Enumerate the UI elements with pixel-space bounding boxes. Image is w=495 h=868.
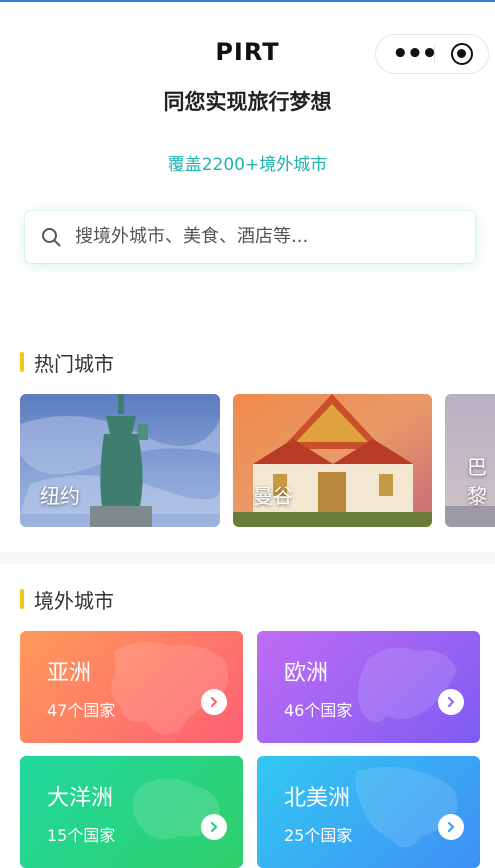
chevron-right-icon[interactable] (201, 689, 227, 715)
section-divider (0, 552, 495, 564)
region-count: 25个国家 (284, 826, 353, 845)
city-name: 曼谷 (253, 484, 293, 508)
more-options-button[interactable]: ••• (392, 35, 438, 73)
region-name: 欧洲 (284, 661, 329, 686)
chevron-right-icon[interactable] (438, 689, 464, 715)
top-accent-line (0, 0, 495, 2)
section-accent-bar (20, 352, 24, 372)
capsule-divider (434, 45, 435, 63)
region-card-europe[interactable]: 欧洲 46个国家 (257, 631, 480, 743)
section-title: 境外城市 (34, 589, 114, 613)
region-name: 大洋洲 (47, 786, 114, 811)
search-input[interactable]: 搜境外城市、美食、酒店等... (25, 211, 475, 263)
search-icon (42, 228, 61, 247)
city-card-bangkok[interactable]: 曼谷 (233, 394, 432, 527)
region-count: 47个国家 (47, 701, 116, 720)
mini-program-capsule: ••• (375, 34, 489, 74)
coverage-text: 覆盖2200+境外城市 (167, 155, 328, 175)
region-name: 北美洲 (284, 786, 351, 811)
city-card-newyork[interactable]: 纽约 (20, 394, 220, 527)
city-name: 巴黎 (467, 455, 487, 508)
region-card-oceania[interactable]: 大洋洲 15个国家 (20, 756, 243, 868)
region-count: 15个国家 (47, 826, 116, 845)
asia-map-decor (111, 642, 229, 735)
north-america-map-decor (355, 767, 458, 848)
region-card-asia[interactable]: 亚洲 47个国家 (20, 631, 243, 743)
region-card-north-america[interactable]: 北美洲 25个国家 (257, 756, 480, 868)
hero-subtitle: 同您实现旅行梦想 (163, 90, 332, 114)
chevron-right-icon[interactable] (201, 814, 227, 840)
section-title: 热门城市 (34, 352, 114, 376)
region-count: 46个国家 (284, 701, 353, 720)
europe-map-decor (358, 647, 457, 723)
target-icon[interactable] (451, 43, 473, 65)
city-name: 纽约 (40, 484, 80, 508)
region-name: 亚洲 (47, 661, 92, 686)
city-card-paris[interactable]: 巴黎 (445, 394, 495, 527)
section-accent-bar (20, 589, 24, 609)
chevron-right-icon[interactable] (438, 814, 464, 840)
search-placeholder: 搜境外城市、美食、酒店等... (75, 226, 309, 247)
oceania-map-decor (132, 778, 220, 840)
